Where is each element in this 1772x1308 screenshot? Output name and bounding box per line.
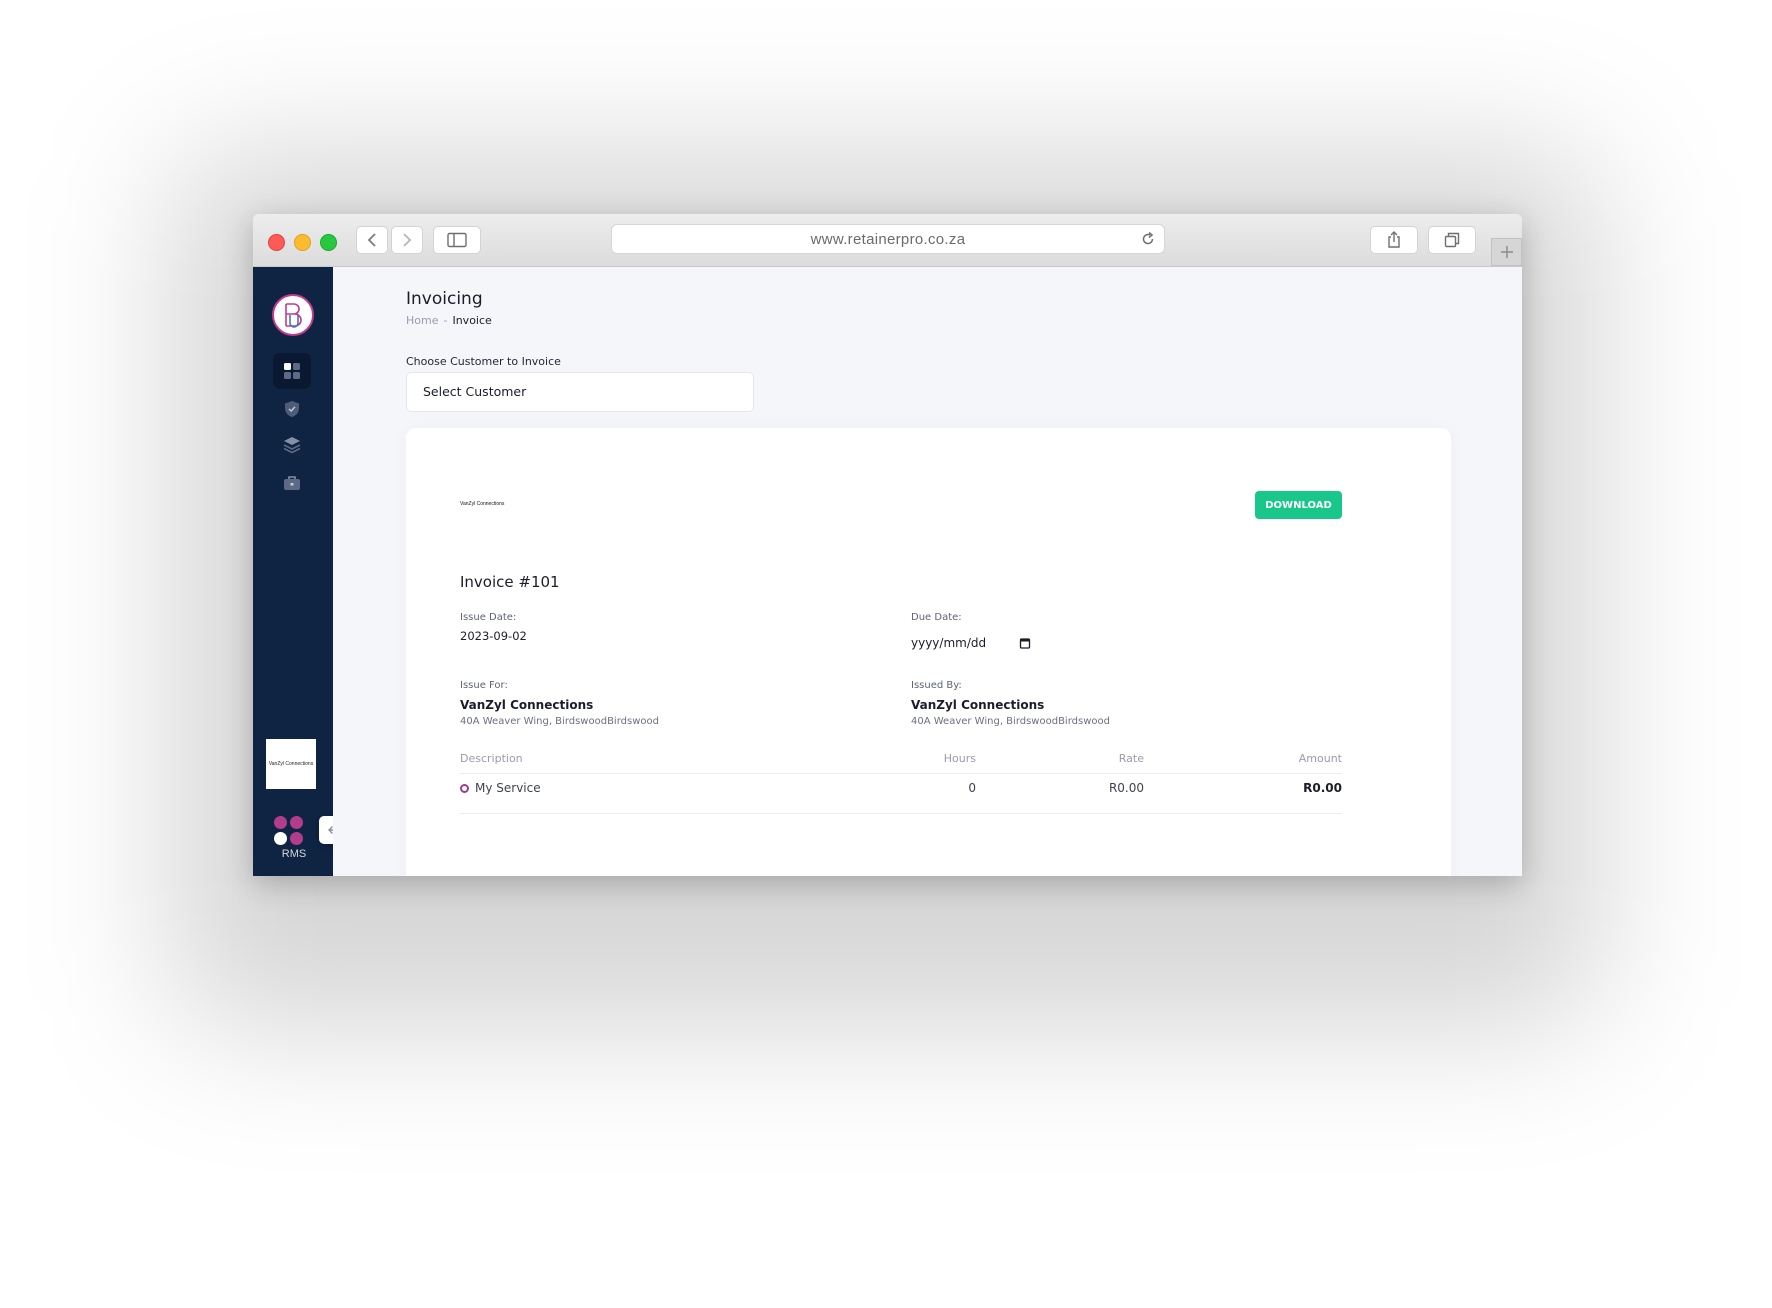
- share-button[interactable]: [1370, 226, 1418, 254]
- invoice-company-logo: VanZyl Connections: [460, 501, 505, 507]
- layers-icon: [283, 437, 301, 454]
- customer-select-label: Choose Customer to Invoice: [406, 355, 561, 368]
- rms-dot-4: [290, 832, 303, 845]
- nav-briefcase[interactable]: [273, 465, 311, 501]
- rms-dot-1: [274, 816, 287, 829]
- brand-logo[interactable]: [272, 294, 314, 336]
- row-hours: 0: [968, 781, 976, 795]
- dashboard-grid-icon: [284, 363, 300, 379]
- tabs-overview-button[interactable]: [1428, 226, 1476, 254]
- browser-window: www.retainerpro.co.za VanZyl Connections…: [253, 214, 1522, 876]
- nav-security[interactable]: [273, 391, 311, 427]
- url-text: www.retainerpro.co.za: [810, 231, 966, 248]
- minimize-window-button[interactable]: [294, 234, 311, 251]
- rms-dot-3: [274, 832, 287, 845]
- forward-button[interactable]: [391, 226, 423, 254]
- issue-for-name: VanZyl Connections: [460, 698, 594, 712]
- customer-select[interactable]: Select Customer: [406, 372, 754, 412]
- sidebar-icon: [447, 232, 467, 248]
- nav-layers[interactable]: [273, 427, 311, 463]
- breadcrumb-home[interactable]: Home: [406, 314, 438, 327]
- due-date-input[interactable]: yyyy/mm/dd: [911, 633, 1031, 653]
- issue-date-label: Issue Date:: [460, 612, 517, 623]
- row-bullet-icon: [460, 784, 469, 793]
- sidebar-toggle-button[interactable]: [433, 226, 481, 254]
- invoice-card: VanZyl Connections DOWNLOAD Invoice #101…: [406, 428, 1451, 876]
- reload-icon[interactable]: [1140, 231, 1156, 247]
- due-date-placeholder: yyyy/mm/dd: [911, 636, 987, 650]
- shield-check-icon: [285, 401, 299, 417]
- brand-logo-icon: [285, 303, 302, 328]
- issue-for-address: 40A Weaver Wing, BirdswoodBirdswood: [460, 716, 659, 727]
- org-logo[interactable]: VanZyl Connections: [266, 739, 316, 789]
- column-header-rate: Rate: [1118, 752, 1144, 765]
- column-header-hours: Hours: [943, 752, 976, 765]
- nav-dashboard[interactable]: [273, 353, 311, 389]
- calendar-icon[interactable]: [1019, 637, 1031, 649]
- address-bar[interactable]: www.retainerpro.co.za: [611, 224, 1165, 254]
- chevron-right-icon: [403, 233, 412, 247]
- app-sidebar: VanZyl Connections RMS: [253, 267, 333, 876]
- rms-dot-2: [290, 816, 303, 829]
- tabs-icon: [1444, 232, 1460, 248]
- breadcrumb: Home - Invoice: [406, 314, 492, 327]
- due-date-label: Due Date:: [911, 612, 962, 623]
- issued-by-name: VanZyl Connections: [911, 698, 1045, 712]
- issue-for-label: Issue For:: [460, 680, 508, 691]
- org-logo-text: VanZyl Connections: [268, 761, 314, 767]
- chevron-left-icon: [367, 233, 376, 247]
- browser-toolbar: www.retainerpro.co.za: [253, 214, 1522, 267]
- maximize-window-button[interactable]: [320, 234, 337, 251]
- close-window-button[interactable]: [268, 234, 285, 251]
- page-title: Invoicing: [406, 289, 483, 309]
- issue-date-value: 2023-09-02: [460, 629, 527, 643]
- column-header-amount: Amount: [1298, 752, 1342, 765]
- column-header-description: Description: [460, 752, 523, 765]
- table-header-divider: [460, 773, 1342, 774]
- new-tab-button[interactable]: [1491, 238, 1522, 266]
- rms-label: RMS: [281, 848, 307, 860]
- plus-icon: [1500, 246, 1513, 258]
- back-button[interactable]: [356, 226, 388, 254]
- row-rate: R0.00: [1108, 781, 1144, 795]
- customer-select-value: Select Customer: [423, 384, 527, 399]
- row-description: My Service: [475, 781, 541, 795]
- row-amount: R0.00: [1303, 781, 1342, 795]
- rms-logo: RMS: [274, 816, 314, 866]
- invoice-title: Invoice #101: [460, 573, 560, 591]
- table-row-divider: [460, 813, 1342, 814]
- briefcase-icon: [284, 476, 300, 490]
- breadcrumb-separator: -: [443, 314, 448, 327]
- breadcrumb-current: Invoice: [452, 314, 492, 327]
- download-button[interactable]: DOWNLOAD: [1255, 491, 1342, 519]
- issued-by-address: 40A Weaver Wing, BirdswoodBirdswood: [911, 716, 1110, 727]
- share-icon: [1388, 231, 1400, 248]
- issued-by-label: Issued By:: [911, 680, 962, 691]
- main-content: Invoicing Home - Invoice Choose Customer t…: [333, 267, 1522, 876]
